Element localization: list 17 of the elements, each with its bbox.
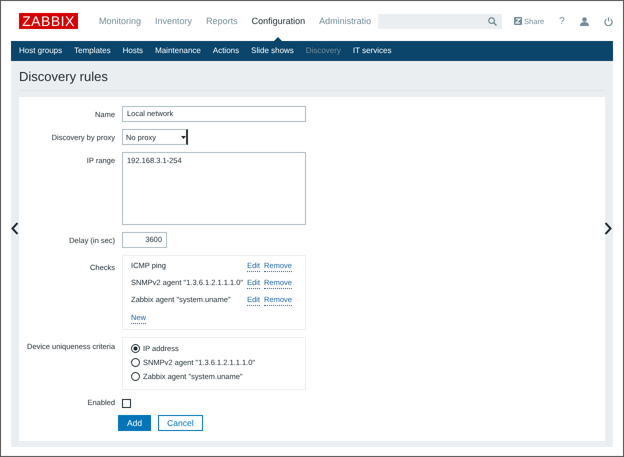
page-title: Discovery rules [19, 61, 605, 91]
menu-item[interactable]: Configuration [244, 1, 312, 41]
nav-tab[interactable]: Actions [206, 41, 246, 61]
help-button[interactable]: ? [559, 16, 565, 26]
add-button[interactable]: Add [118, 415, 152, 431]
menu-item[interactable]: Reports [199, 1, 245, 41]
menu-item[interactable]: Monitoring [92, 1, 148, 41]
cancel-button[interactable]: Cancel [158, 415, 203, 431]
menu-item[interactable]: Administratio [312, 1, 378, 41]
nav-tab[interactable]: Slide shows [245, 41, 300, 61]
nav-tab[interactable]: Hosts [116, 41, 150, 61]
menu-item[interactable]: Inventory [148, 1, 200, 41]
nav-tab[interactable]: Host groups [13, 41, 68, 61]
nav-tab[interactable]: IT services [346, 41, 398, 61]
zabbix-logo[interactable]: ZABBIX [19, 13, 78, 29]
nav-tab[interactable]: Maintenance [149, 41, 207, 61]
nav-tab[interactable]: Templates [68, 41, 117, 61]
